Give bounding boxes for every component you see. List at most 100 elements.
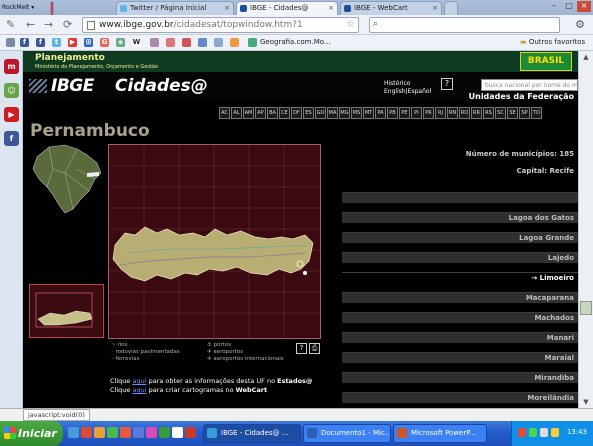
municipality-item[interactable]: Moreilândia <box>342 392 578 403</box>
quicklaunch-icon[interactable] <box>94 427 105 438</box>
twitter-icon[interactable]: t <box>52 38 61 47</box>
forward-icon[interactable]: → <box>44 18 53 32</box>
print-icon[interactable]: ⎙ <box>309 343 320 354</box>
uf-button-pa[interactable]: PA <box>375 107 386 119</box>
new-tab-button[interactable] <box>444 1 458 15</box>
uf-button-sc[interactable]: SC <box>495 107 506 119</box>
youtube-icon[interactable]: ▶ <box>4 107 19 122</box>
scroll-thumb[interactable] <box>580 301 592 315</box>
uf-button-mt[interactable]: MT <box>363 107 374 119</box>
uf-button-pe[interactable]: PE <box>399 107 410 119</box>
other-bookmarks[interactable]: ▬ Outros favoritos <box>520 37 585 48</box>
word-quicklaunch-icon[interactable] <box>172 427 183 438</box>
search-box[interactable]: ⌕ <box>369 17 560 33</box>
uf-button-rr[interactable]: RR <box>471 107 482 119</box>
ibge-logo[interactable]: IBGE <box>51 76 94 96</box>
tab-twitter[interactable]: Twitter / Página Inicial × <box>116 1 234 15</box>
uf-button-se[interactable]: SE <box>507 107 518 119</box>
uf-button-pb[interactable]: PB <box>387 107 398 119</box>
locator-map[interactable] <box>29 284 104 338</box>
tab-ibge-cidades[interactable]: IBGE - Cidades@ × <box>236 1 338 15</box>
quicklaunch-icon[interactable] <box>185 427 196 438</box>
uf-button-ap[interactable]: AP <box>255 107 266 119</box>
uf-button-rs[interactable]: RS <box>483 107 494 119</box>
scroll-down-icon[interactable]: ▼ <box>579 396 593 408</box>
scroll-up-icon[interactable]: ▲ <box>579 51 593 63</box>
facebook-icon[interactable]: f <box>4 131 19 146</box>
close-icon[interactable]: × <box>224 2 230 15</box>
address-bar[interactable]: www.ibge.gov.br/cidadesat/topwindow.htm?… <box>82 17 359 33</box>
rockmelt-menu[interactable]: RockMelt ▾ <box>2 1 46 14</box>
uf-button-al[interactable]: AL <box>231 107 242 119</box>
uf-button-rn[interactable]: RN <box>447 107 458 119</box>
language-links[interactable]: English|Español <box>384 88 431 95</box>
task-ibge-cidades[interactable]: IBGE - Cidades@ ... <box>203 424 301 443</box>
uf-button-to[interactable]: TO <box>531 107 542 119</box>
brasil-logo[interactable]: BRASIL <box>520 52 572 71</box>
uf-button-ba[interactable]: BA <box>267 107 278 119</box>
uf-button-es[interactable]: ES <box>303 107 314 119</box>
bookmark-icon[interactable]: G <box>100 38 109 47</box>
tray-icon[interactable] <box>551 428 559 437</box>
quicklaunch-icon[interactable] <box>107 427 118 438</box>
estados-link[interactable]: aqui <box>132 377 146 385</box>
municipality-item[interactable]: Manari <box>342 332 578 343</box>
maximize-icon[interactable]: □ <box>562 1 576 12</box>
tray-icon[interactable] <box>540 428 548 437</box>
bookmark-icon[interactable] <box>230 38 239 47</box>
uf-button-df[interactable]: DF <box>291 107 302 119</box>
friends-icon[interactable]: ☺ <box>4 83 19 98</box>
uf-button-rj[interactable]: RJ <box>435 107 446 119</box>
bookmark-icon[interactable] <box>214 38 223 47</box>
municipality-item[interactable]: Mirandiba <box>342 372 578 383</box>
quicklaunch-icon[interactable] <box>133 427 144 438</box>
bookmark-icon[interactable] <box>150 38 159 47</box>
close-window-icon[interactable]: × <box>577 1 591 12</box>
quicklaunch-icon[interactable] <box>68 427 79 438</box>
wikipedia-icon[interactable]: W <box>132 38 141 47</box>
municipality-item[interactable]: Machados <box>342 312 578 323</box>
task-documento1[interactable]: Documento1 - Mic... <box>303 424 391 443</box>
help-button[interactable]: ? <box>441 78 453 90</box>
quicklaunch-icon[interactable] <box>159 427 170 438</box>
back-icon[interactable]: ← <box>26 18 35 32</box>
tab-ibge-webcart[interactable]: IBGE - WebCart × <box>340 1 442 15</box>
minimize-icon[interactable]: – <box>547 1 561 12</box>
uf-button-go[interactable]: GO <box>315 107 326 119</box>
wrench-icon[interactable]: ⚙ <box>575 18 585 31</box>
uf-button-ac[interactable]: AC <box>219 107 230 119</box>
edit-icon[interactable]: ✎ <box>6 18 15 32</box>
task-powerpoint[interactable]: Microsoft PowerP... <box>393 424 487 443</box>
bookmark-icon[interactable] <box>6 38 15 47</box>
municipality-item[interactable]: Lagoa dos Gatos <box>342 212 578 223</box>
map-help-button[interactable]: ? <box>296 343 307 354</box>
bookmark-icon[interactable]: ◈ <box>116 38 125 47</box>
tray-icon[interactable] <box>529 428 537 437</box>
quicklaunch-icon[interactable] <box>146 427 157 438</box>
bookmark-star-icon[interactable]: ☆ <box>346 18 355 32</box>
uf-button-ce[interactable]: CE <box>279 107 290 119</box>
facebook-icon[interactable]: f <box>36 38 45 47</box>
quicklaunch-icon[interactable] <box>120 427 131 438</box>
national-search-input[interactable]: busca nacional por nome do mu <box>481 79 578 91</box>
bookmark-icon[interactable] <box>182 38 191 47</box>
municipality-item[interactable]: Lajedo <box>342 252 578 263</box>
bookmark-icon[interactable] <box>166 38 175 47</box>
rockmelt-icon[interactable]: m <box>4 59 19 74</box>
reload-icon[interactable]: ⟳ <box>63 18 72 32</box>
webcart-link[interactable]: aqui <box>132 386 146 394</box>
uf-button-ro[interactable]: RO <box>459 107 470 119</box>
profile-tab-icon[interactable] <box>50 1 54 15</box>
municipality-item[interactable]: → Limoeiro <box>342 272 578 283</box>
brazil-map[interactable] <box>29 139 104 217</box>
uf-button-am[interactable]: AM <box>243 107 254 119</box>
quicklaunch-icon[interactable] <box>81 427 92 438</box>
uf-button-ma[interactable]: MA <box>327 107 338 119</box>
close-icon[interactable]: × <box>328 2 334 15</box>
uf-button-ms[interactable]: MS <box>351 107 362 119</box>
municipality-item[interactable]: Maraial <box>342 352 578 363</box>
bookmark-geografia[interactable]: Geografia.com.Mo... <box>260 37 331 48</box>
state-map[interactable] <box>108 144 322 340</box>
uf-button-pi[interactable]: PI <box>411 107 422 119</box>
historico-link[interactable]: Histórico <box>384 80 410 87</box>
